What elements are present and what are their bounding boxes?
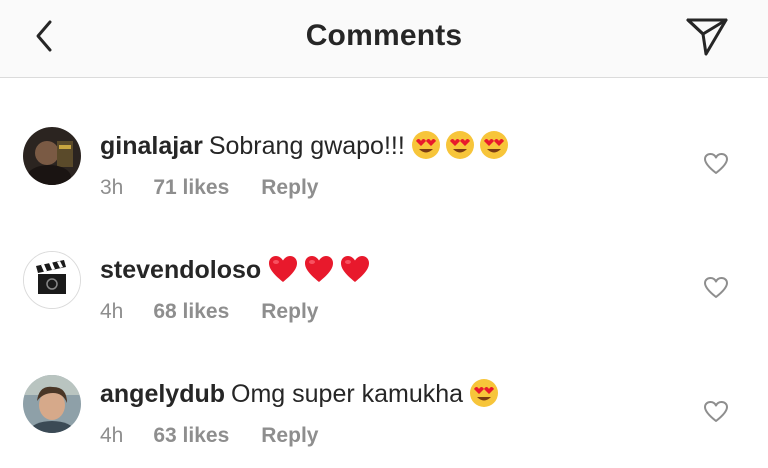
emoji-group: [469, 378, 503, 415]
reply-button[interactable]: Reply: [261, 300, 318, 324]
red-heart-emoji-icon: [305, 256, 334, 282]
comment-likes[interactable]: 63 likes: [153, 424, 229, 448]
heart-eyes-emoji-icon: [411, 131, 440, 159]
heart-outline-icon: [704, 401, 728, 422]
avatar[interactable]: [23, 375, 81, 433]
heart-outline-icon: [704, 277, 728, 298]
comment-text: Omg super kamukha: [231, 380, 464, 408]
reply-button[interactable]: Reply: [261, 424, 318, 448]
avatar-photo: [23, 375, 81, 433]
red-heart-emoji-icon: [269, 256, 298, 282]
like-button[interactable]: [703, 276, 729, 300]
avatar[interactable]: [23, 127, 81, 185]
comment-item: stevendoloso 4h 68 likes Reply: [0, 234, 768, 344]
heart-eyes-emoji-icon: [479, 131, 508, 159]
emoji-group: [411, 130, 513, 167]
page-title: Comments: [305, 19, 463, 52]
comment-text: Sobrang gwapo!!!: [208, 132, 405, 160]
heart-eyes-emoji-icon: [445, 131, 474, 159]
comment-time: 4h: [100, 424, 124, 447]
clapperboard-avatar-icon: [24, 252, 80, 308]
heart-eyes-emoji-icon: [470, 379, 499, 407]
like-button[interactable]: [703, 152, 729, 176]
comment-body: angelydub Omg super kamukha: [100, 378, 503, 415]
comment-username[interactable]: angelydub: [100, 380, 225, 408]
comment-time: 3h: [100, 176, 124, 199]
comment-likes[interactable]: 68 likes: [153, 300, 229, 324]
red-heart-emoji-icon: [341, 256, 370, 282]
share-button[interactable]: [682, 14, 732, 58]
comment-likes[interactable]: 71 likes: [153, 176, 229, 200]
comment-meta: 3h 71 likes Reply: [100, 176, 318, 200]
comment-meta: 4h 63 likes Reply: [100, 424, 318, 448]
avatar[interactable]: [23, 251, 81, 309]
header-bar: Comments: [0, 0, 768, 78]
comment-username[interactable]: stevendoloso: [100, 256, 261, 284]
comment-body: ginalajar Sobrang gwapo!!!: [100, 130, 513, 167]
comment-item: ginalajar Sobrang gwapo!!! 3h 71 likes Repl…: [0, 110, 768, 220]
comment-time: 4h: [100, 300, 124, 323]
emoji-group: [267, 254, 375, 291]
avatar-photo: [23, 127, 81, 185]
heart-outline-icon: [704, 153, 728, 174]
reply-button[interactable]: Reply: [261, 176, 318, 200]
paper-plane-icon: [686, 18, 728, 56]
comment-meta: 4h 68 likes Reply: [100, 300, 318, 324]
like-button[interactable]: [703, 400, 729, 424]
comment-body: stevendoloso: [100, 254, 375, 291]
comment-username[interactable]: ginalajar: [100, 132, 203, 160]
comment-item: angelydub Omg super kamukha 4h 63 likes Rep…: [0, 358, 768, 468]
